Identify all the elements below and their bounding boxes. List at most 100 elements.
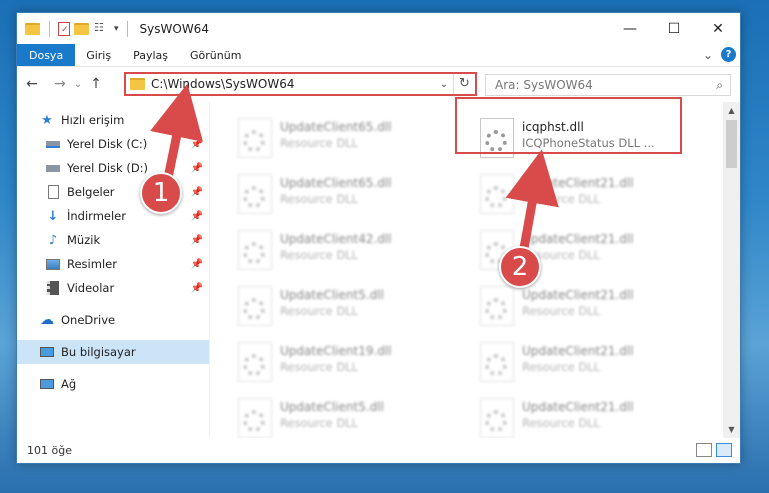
star-icon: ★ [41,112,53,128]
back-button[interactable]: ← [21,76,43,92]
new-folder-icon[interactable] [74,21,90,37]
file-type: Resource DLL [280,192,359,206]
scroll-thumb[interactable] [726,120,737,168]
network-icon [39,376,55,392]
sidebar-item-onedrive[interactable]: ☁ OneDrive [17,308,209,332]
dll-file-icon [238,118,272,158]
sidebar-item-label: İndirmeler [67,209,126,223]
tab-view[interactable]: Görünüm [179,44,252,66]
pin-icon[interactable]: 📌 [191,259,203,270]
minimize-button[interactable]: — [608,13,652,44]
search-input[interactable]: Ara: SysWOW64 [495,78,593,92]
dll-file-icon [480,342,514,382]
separator [49,20,50,37]
file-name: UpdateClient21.dll [522,232,634,246]
file-type: Resource DLL [522,360,601,374]
dll-file-icon [238,174,272,214]
tab-home[interactable]: Giriş [75,44,122,66]
forward-button[interactable]: → [49,76,71,92]
up-button[interactable]: ↑ [85,76,107,92]
sidebar-quick-access[interactable]: ★ Hızlı erişim [17,108,209,132]
details-view-icon[interactable] [696,443,712,457]
scroll-up-icon[interactable]: ▲ [723,102,740,119]
file-item[interactable]: UpdateClient5.dll Resource DLL [230,280,450,334]
cloud-icon: ☁ [40,312,54,328]
sidebar-item-drive-d[interactable]: Yerel Disk (D:) 📌 [17,156,209,180]
pin-icon[interactable]: 📌 [191,163,203,174]
pin-icon[interactable]: 📌 [191,139,203,150]
file-name: UpdateClient65.dll [280,176,392,190]
folder-icon [25,21,41,37]
file-item[interactable]: UpdateClient19.dll Resource DLL [230,336,450,390]
sidebar-item-pictures[interactable]: Resimler 📌 [17,252,209,276]
file-item[interactable]: UpdateClient5.dll Resource DLL [230,392,450,438]
file-type: Resource DLL [280,304,359,318]
sidebar-item-downloads[interactable]: ↓ İndirmeler 📌 [17,204,209,228]
pin-icon[interactable]: 📌 [191,187,203,198]
separator [126,20,128,37]
file-name: UpdateClient21.dll [522,176,634,190]
refresh-button[interactable]: ↻ [453,74,475,94]
file-item[interactable]: UpdateClient21.dll Resource DLL [472,336,692,390]
tab-share[interactable]: Paylaş [122,44,179,66]
customize-icon[interactable]: ☷ [94,21,110,37]
tiles-view-icon[interactable] [716,443,732,457]
search-box[interactable]: Ara: SysWOW64 ⌕ [485,74,731,96]
file-item[interactable]: UpdateClient42.dll Resource DLL [230,224,450,278]
file-name: UpdateClient21.dll [522,400,634,414]
file-item[interactable]: UpdateClient21.dll Resource DLL [472,168,692,222]
search-icon: ⌕ [716,78,723,92]
address-dropdown-icon[interactable]: ⌄ [435,79,453,90]
computer-icon [39,344,55,360]
navigation-pane: ★ Hızlı erişim Yerel Disk (C:) 📌 Yerel D… [17,102,210,438]
explorer-window: ✓ ☷ ▾ SysWOW64 — ☐ ✕ Dosya Giriş Paylaş … [16,12,741,464]
file-type: Resource DLL [522,192,601,206]
sidebar-item-videos[interactable]: Videolar 📌 [17,276,209,300]
file-highlight-box [455,97,682,154]
file-type: Resource DLL [522,416,601,430]
maximize-button[interactable]: ☐ [652,13,696,44]
pin-icon[interactable]: 📌 [191,211,203,222]
scroll-down-icon[interactable]: ▼ [723,421,740,438]
sidebar-item-label: Bu bilgisayar [61,345,136,359]
sidebar-item-drive-c[interactable]: Yerel Disk (C:) 📌 [17,132,209,156]
file-type: Resource DLL [280,248,359,262]
sidebar-item-label: Videolar [67,281,115,295]
sidebar-item-network[interactable]: Ağ [17,372,209,396]
address-path[interactable]: C:\Windows\SysWOW64 [151,77,435,91]
ribbon-tabs: Dosya Giriş Paylaş Görünüm ⌄ ? [17,44,740,67]
file-type: Resource DLL [280,416,359,430]
file-item[interactable]: UpdateClient21.dll Resource DLL [472,392,692,438]
tab-file[interactable]: Dosya [17,44,76,66]
pin-icon[interactable]: 📌 [191,283,203,294]
vertical-scrollbar[interactable]: ▲ ▼ [723,102,740,438]
dll-file-icon [480,174,514,214]
pin-icon[interactable]: 📌 [191,235,203,246]
sidebar-item-this-pc[interactable]: Bu bilgisayar [17,340,209,364]
dll-file-icon [238,230,272,270]
status-bar: 101 öğe [17,438,740,463]
close-button[interactable]: ✕ [696,13,740,44]
window-controls: — ☐ ✕ [608,13,740,44]
file-item[interactable]: UpdateClient65.dll Resource DLL [230,168,450,222]
dll-file-icon [238,342,272,382]
videos-icon [45,280,61,296]
file-item[interactable]: UpdateClient21.dll Resource DLL [472,280,692,334]
drive-icon [45,136,61,152]
help-icon[interactable]: ? [721,47,736,62]
file-type: Resource DLL [522,304,601,318]
window-title: SysWOW64 [139,21,209,36]
dll-file-icon [480,398,514,438]
recent-locations-button[interactable]: ⌄ [71,79,85,90]
expand-ribbon-icon[interactable]: ⌄ [703,48,713,62]
ribbon-right: ⌄ ? [703,47,736,62]
title-bar: ✓ ☷ ▾ SysWOW64 — ☐ ✕ [17,13,740,44]
address-bar[interactable]: C:\Windows\SysWOW64 ⌄ ↻ [124,72,477,96]
sidebar-item-music[interactable]: ♪ Müzik 📌 [17,228,209,252]
step-badge-1: 1 [140,172,182,214]
sidebar-item-label: Hızlı erişim [61,113,125,127]
properties-icon[interactable]: ✓ [58,21,70,36]
file-item[interactable]: UpdateClient65.dll Resource DLL [230,112,450,166]
file-name: UpdateClient21.dll [522,344,634,358]
chevron-down-icon[interactable]: ▾ [114,24,119,34]
